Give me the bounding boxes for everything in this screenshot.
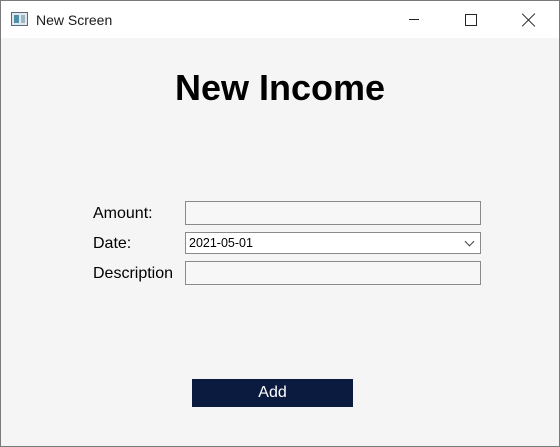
close-icon: [522, 13, 536, 27]
app-window-icon: [11, 12, 28, 26]
window-title: New Screen: [36, 12, 113, 28]
date-picker[interactable]: 2021-05-01: [185, 232, 481, 254]
date-value: 2021-05-01: [189, 236, 253, 250]
close-button[interactable]: [506, 1, 552, 38]
minimize-button[interactable]: [391, 1, 437, 38]
add-button[interactable]: Add: [192, 379, 353, 407]
amount-label: Amount:: [93, 205, 153, 222]
minimize-icon: [409, 19, 419, 20]
page-title: New Income: [174, 67, 386, 108]
app-window: New Screen New Income Amount: Date: 2021…: [0, 0, 560, 447]
description-label: Description: [93, 265, 174, 282]
amount-field[interactable]: [185, 201, 481, 225]
date-dropdown-button[interactable]: [458, 233, 480, 253]
maximize-button[interactable]: [448, 1, 494, 38]
maximize-icon: [465, 13, 477, 26]
title-bar[interactable]: New Screen: [1, 1, 559, 38]
description-field[interactable]: [185, 261, 481, 285]
date-label: Date:: [93, 235, 132, 252]
chevron-down-icon: [464, 236, 474, 246]
